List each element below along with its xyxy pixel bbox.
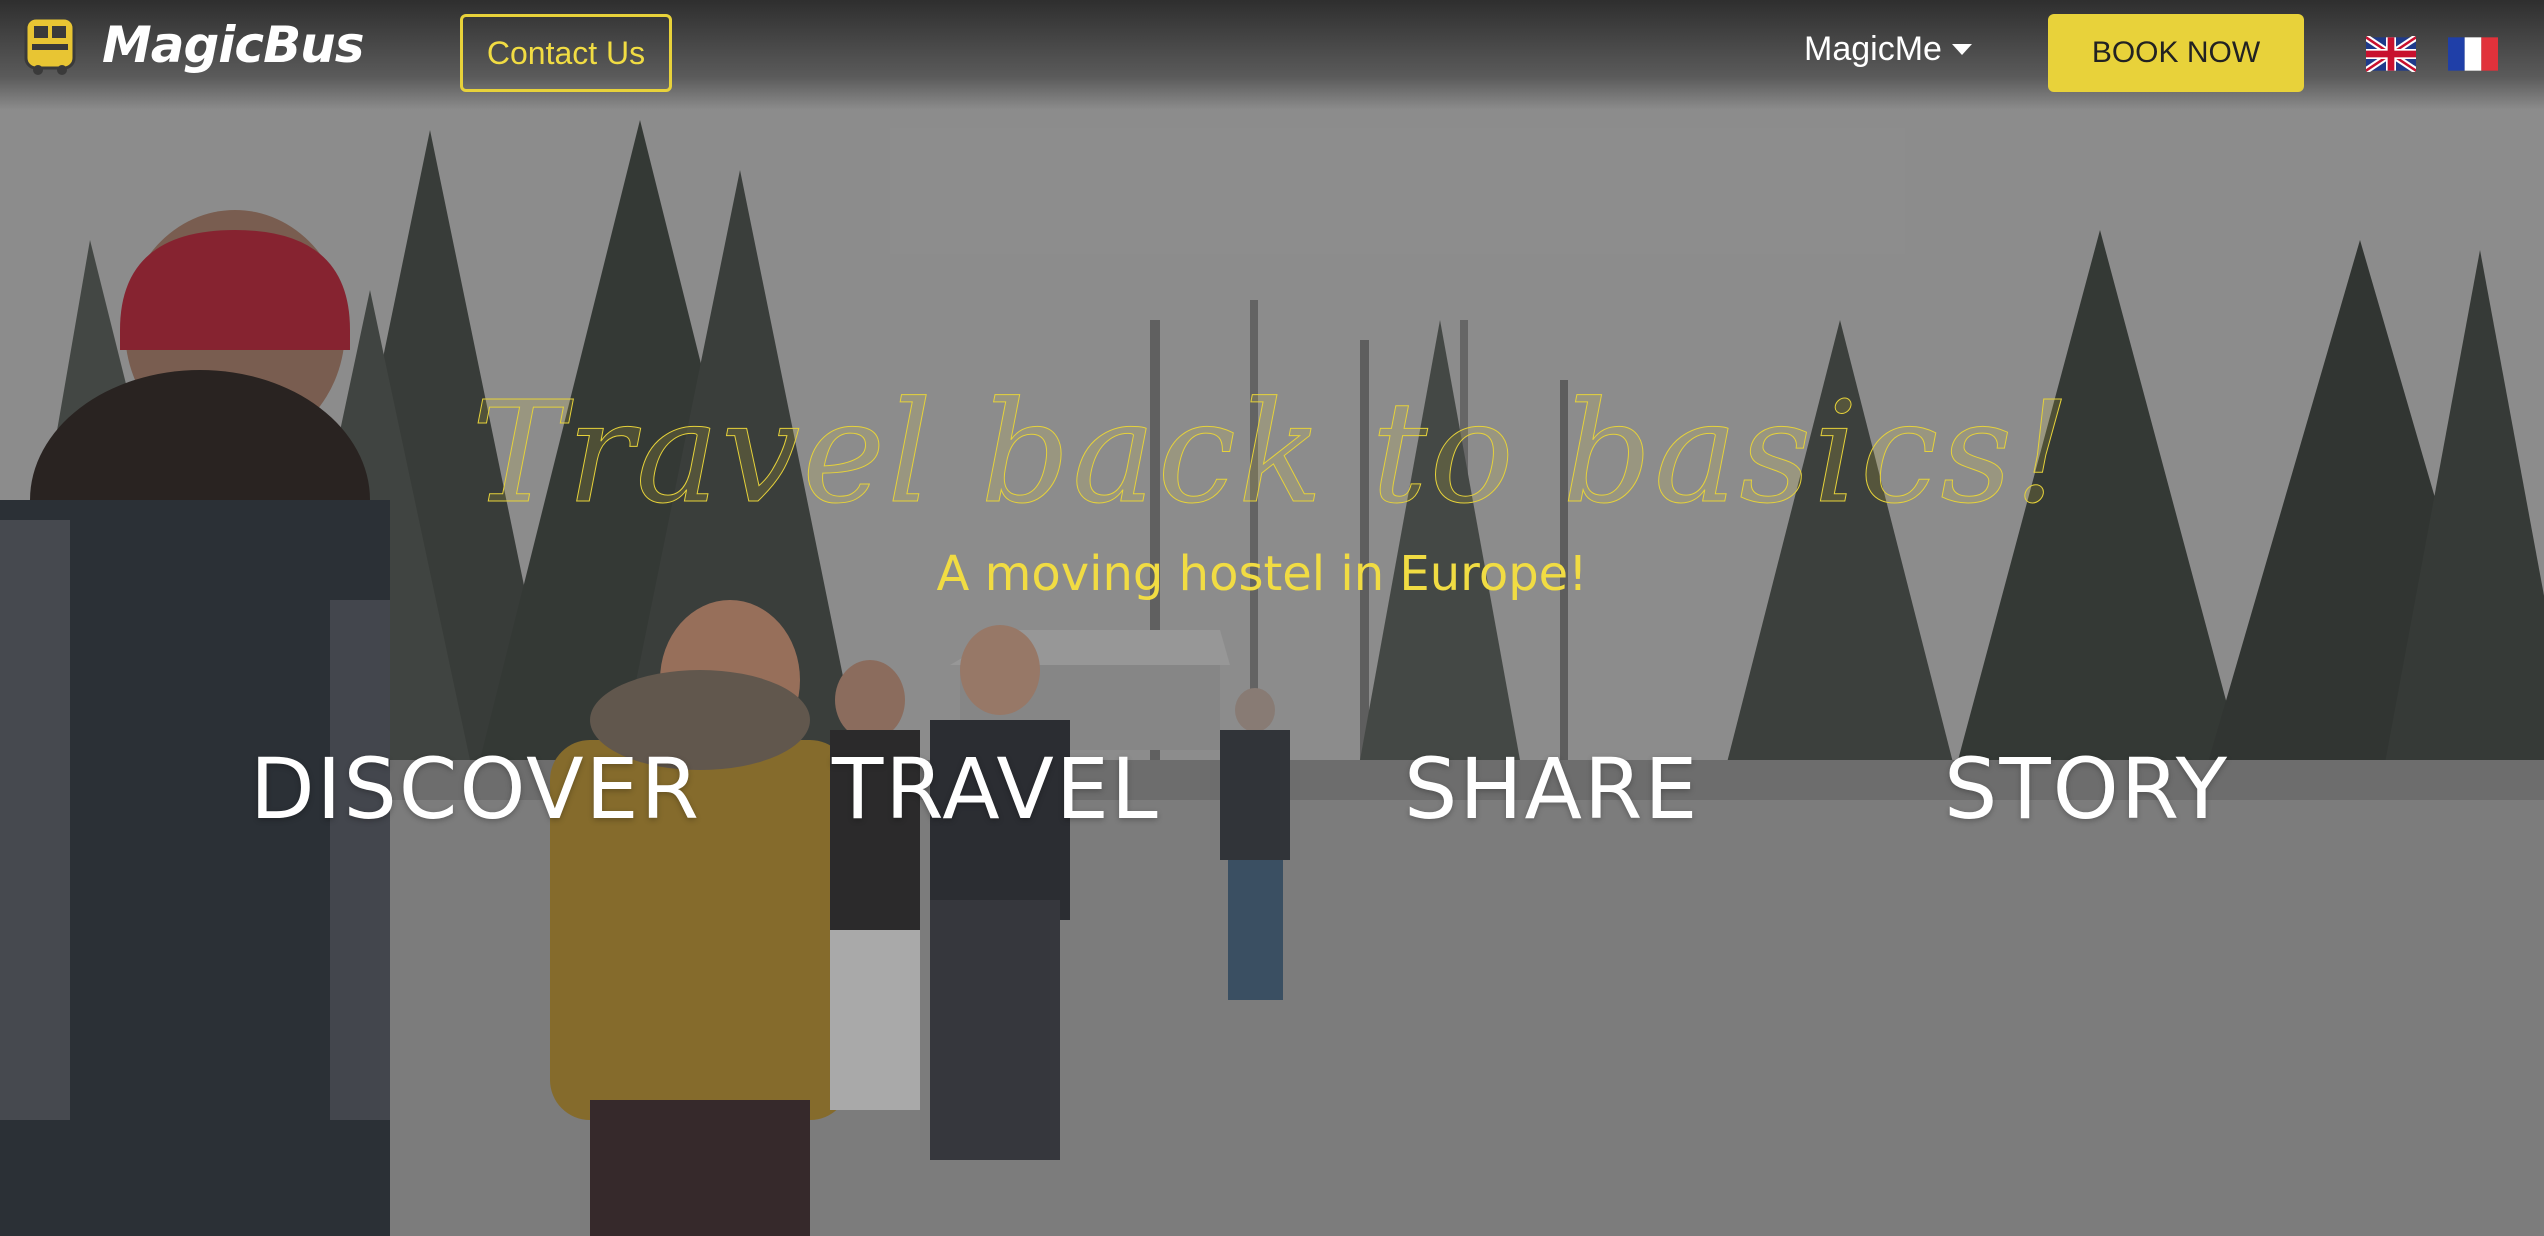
hero-subheadline: A moving hostel in Europe! — [936, 546, 1588, 602]
hero-headline: Travel back to basics! — [0, 372, 2544, 536]
hero-headline-text: Travel back to basics! — [471, 372, 2073, 536]
en-flag-icon[interactable] — [2366, 36, 2416, 72]
bus-logo-icon — [24, 16, 76, 75]
logo[interactable]: MagicBus — [22, 14, 365, 76]
page: MagicBus Contact Us MagicMe BOOK NOW Tra… — [0, 0, 2544, 1236]
nav-discover[interactable]: DISCOVER — [250, 740, 701, 838]
nav-share[interactable]: SHARE — [1404, 740, 1699, 838]
top-navigation-bar: MagicBus Contact Us MagicMe BOOK NOW — [0, 0, 2544, 110]
caret-down-icon — [1951, 44, 1972, 55]
magicme-dropdown[interactable]: MagicMe — [1804, 30, 1972, 69]
nav-story[interactable]: STORY — [1944, 740, 2229, 838]
logo-text: MagicBus — [102, 16, 365, 74]
book-now-button[interactable]: BOOK NOW — [2048, 14, 2304, 92]
fr-flag-icon[interactable] — [2448, 36, 2498, 72]
magicme-label: MagicMe — [1804, 30, 1942, 68]
hero-overlay — [0, 0, 2544, 1236]
contact-us-button[interactable]: Contact Us — [460, 14, 672, 92]
nav-travel[interactable]: TRAVEL — [832, 740, 1160, 838]
